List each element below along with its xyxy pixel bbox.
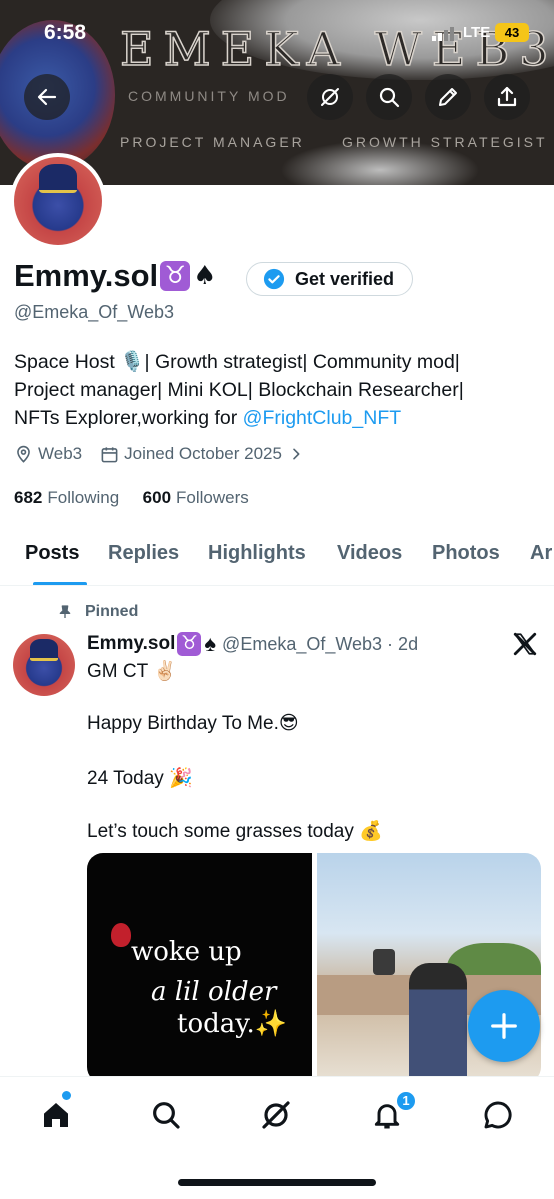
balloon-emoji	[111, 923, 131, 947]
following-count: 682	[14, 488, 43, 507]
profile-bio: Space Host 🎙️| Growth strategist| Commun…	[14, 348, 544, 432]
post-text-line: GM CT ✌🏻	[87, 661, 177, 682]
pencil-icon	[439, 88, 457, 106]
search-button[interactable]	[366, 74, 412, 120]
tab-videos[interactable]: Videos	[337, 542, 402, 565]
profile-name: Emmy.sol	[14, 258, 159, 293]
post-text-line: 24 Today 🎉	[87, 768, 193, 789]
grok-button[interactable]	[307, 74, 353, 120]
banner-subtitle: COMMUNITY MOD	[128, 88, 290, 104]
pinned-label: Pinned	[57, 603, 138, 621]
grok-icon	[321, 88, 339, 106]
photo-tank	[373, 949, 395, 975]
share-icon	[497, 86, 517, 107]
profile-name-row: Emmy.sol ♉ ♠	[14, 258, 216, 294]
location-text: Web3	[38, 444, 83, 463]
avatar-image	[14, 157, 102, 245]
spade-emoji: ♠	[204, 631, 217, 656]
compose-post-button[interactable]	[468, 990, 540, 1062]
nav-messages[interactable]	[478, 1095, 518, 1135]
profile-handle: @Emeka_Of_Web3	[14, 302, 175, 322]
grok-icon	[262, 1101, 290, 1129]
home-icon	[44, 1103, 68, 1127]
arrow-left-icon	[37, 88, 57, 106]
following-label: Following	[47, 488, 120, 507]
image-caption: today.✨	[177, 1009, 288, 1039]
search-icon	[379, 87, 400, 108]
banner-subtitle: GROWTH STRATEGIST	[342, 134, 548, 150]
image-caption: a lil older	[151, 977, 277, 1007]
banner-subtitle: PROJECT MANAGER	[120, 134, 305, 150]
tab-highlights[interactable]: Highlights	[208, 542, 306, 565]
post-image-1[interactable]: woke up a lil older today.✨	[87, 853, 312, 1083]
signal-icon	[432, 27, 454, 41]
back-button[interactable]	[24, 74, 70, 120]
post-avatar[interactable]	[13, 634, 75, 696]
followers-link[interactable]: 600 Followers	[143, 488, 249, 507]
profile-tabs: Posts Replies Highlights Videos Photos A…	[0, 530, 554, 586]
joined-item[interactable]: Joined October 2025	[100, 444, 309, 464]
profile-meta: Web3 Joined October 2025	[14, 444, 327, 464]
calendar-icon	[101, 446, 118, 462]
location-item: Web3	[14, 444, 82, 464]
tab-photos[interactable]: Photos	[432, 542, 500, 565]
tab-posts[interactable]: Posts	[25, 542, 79, 565]
avatar-image	[13, 634, 75, 696]
joined-text: Joined October 2025	[124, 444, 282, 463]
bio-text: NFTs Explorer,working for	[14, 407, 243, 429]
home-indicator	[178, 1179, 376, 1186]
get-verified-button[interactable]: Get verified	[246, 262, 414, 296]
active-tab-indicator	[33, 582, 87, 585]
verified-badge-icon	[263, 268, 285, 290]
nav-search[interactable]	[146, 1095, 186, 1135]
profile-avatar[interactable]	[10, 153, 106, 249]
pinned-text: Pinned	[85, 603, 139, 620]
notification-badge: 1	[395, 1090, 417, 1112]
status-bar: 6:58 LTE 43	[0, 0, 554, 60]
get-verified-label: Get verified	[295, 268, 395, 289]
chat-bubble-icon	[484, 1101, 512, 1129]
search-icon	[153, 1102, 180, 1129]
tab-replies[interactable]: Replies	[108, 542, 179, 565]
post-author-name[interactable]: Emmy.sol	[87, 633, 175, 655]
plus-icon	[491, 1013, 517, 1039]
post-text-line: Happy Birthday To Me.😎	[87, 713, 299, 734]
spade-emoji: ♠	[193, 261, 217, 291]
followers-count: 600	[142, 488, 172, 507]
followers-label: Followers	[176, 488, 249, 507]
home-unread-dot	[62, 1091, 71, 1100]
status-time: 6:58	[44, 21, 87, 44]
image-caption: woke up	[131, 937, 242, 967]
post-handle-time: @Emeka_Of_Web3 · 2d	[222, 633, 419, 654]
chevron-right-icon	[293, 448, 300, 460]
battery-indicator: 43	[495, 23, 529, 42]
post-header: Emmy.sol ♉ ♠ @Emeka_Of_Web3 · 2d	[87, 631, 418, 657]
bio-line: NFTs Explorer,working for @FrightClub_NF…	[14, 404, 544, 432]
following-link[interactable]: 682 Following	[14, 488, 119, 507]
x-logo-icon[interactable]	[512, 631, 538, 657]
bio-line: Project manager| Mini KOL| Blockchain Re…	[14, 379, 464, 401]
pin-icon	[59, 605, 71, 618]
post-media[interactable]: woke up a lil older today.✨	[87, 853, 541, 1083]
nav-grok[interactable]	[256, 1095, 296, 1135]
bio-mention-link[interactable]: @FrightClub_NFT	[243, 407, 402, 429]
edit-button[interactable]	[425, 74, 471, 120]
taurus-emoji: ♉	[160, 261, 191, 291]
network-type: LTE	[463, 24, 491, 41]
photo-person	[409, 963, 467, 1083]
share-button[interactable]	[484, 74, 530, 120]
bio-line: Space Host 🎙️| Growth strategist| Commun…	[14, 351, 460, 373]
taurus-emoji: ♉	[177, 632, 202, 656]
location-pin-icon	[17, 445, 30, 463]
nav-home[interactable]	[36, 1095, 76, 1135]
post-text-line: Let’s touch some grasses today 💰	[87, 821, 383, 842]
tab-articles[interactable]: Ar	[530, 542, 552, 565]
follow-stats: 682 Following 600 Followers	[14, 488, 249, 508]
